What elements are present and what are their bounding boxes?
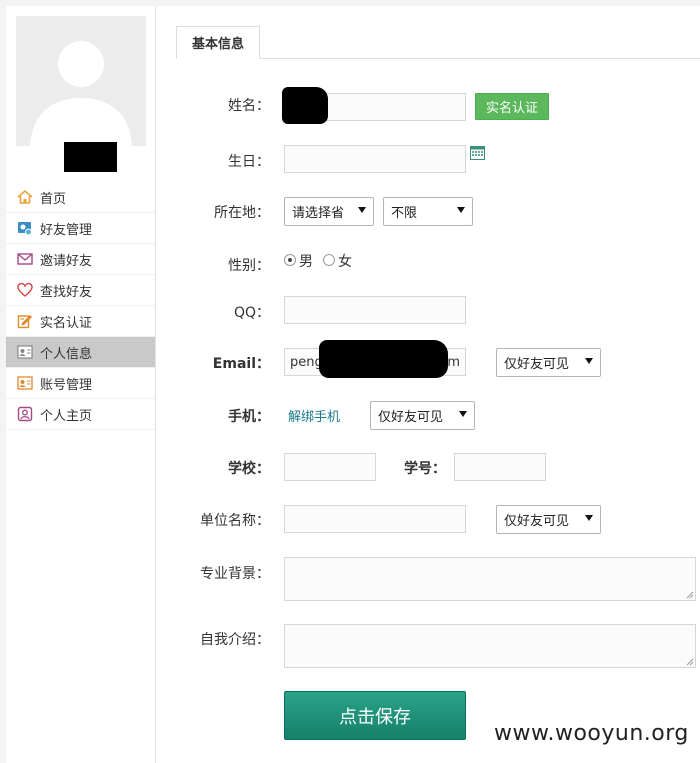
friends-manage-icon xyxy=(16,219,34,237)
tab-basic-info[interactable]: 基本信息 xyxy=(176,26,260,59)
tab-bar: 基本信息 xyxy=(176,26,700,59)
gender-label: 性别： xyxy=(228,258,270,274)
background-textarea[interactable] xyxy=(284,557,696,601)
email-visibility-select[interactable]: 仅好友可见 xyxy=(496,348,601,377)
avatar[interactable] xyxy=(16,16,146,146)
school-label: 学校： xyxy=(228,461,270,477)
sidebar-item-real-name[interactable]: 实名认证 xyxy=(6,306,155,337)
calendar-icon[interactable] xyxy=(470,146,485,160)
company-input[interactable] xyxy=(284,505,466,533)
sidebar-item-label: 个人信息 xyxy=(40,346,93,362)
background-label: 专业背景： xyxy=(200,566,270,582)
qq-input[interactable] xyxy=(284,296,466,324)
save-button[interactable]: 点击保存 xyxy=(284,691,466,740)
company-visibility-select[interactable]: 仅好友可见 xyxy=(496,505,601,534)
sidebar: 首页 好友管理 邀请好友 查找好友 实名认证 个人信息 账号管理 个人主页 xyxy=(6,6,156,763)
phone-label: 手机： xyxy=(228,409,270,425)
chevron-down-icon xyxy=(457,207,465,213)
unbind-phone-link[interactable]: 解绑手机 xyxy=(288,406,340,425)
watermark: www.wooyun.org xyxy=(494,721,689,746)
phone-visibility-select[interactable]: 仅好友可见 xyxy=(370,401,475,430)
account-card-icon xyxy=(16,374,34,392)
province-select[interactable]: 请选择省 xyxy=(284,197,374,226)
email-visibility-value: 仅好友可见 xyxy=(504,357,570,372)
redacted-username xyxy=(64,142,117,172)
sidebar-item-invite[interactable]: 邀请好友 xyxy=(6,244,155,275)
edit-icon xyxy=(16,312,34,330)
intro-label: 自我介绍： xyxy=(200,632,270,648)
sidebar-menu: 首页 好友管理 邀请好友 查找好友 实名认证 个人信息 账号管理 个人主页 xyxy=(6,182,155,430)
sidebar-item-label: 查找好友 xyxy=(40,284,93,300)
redacted-email xyxy=(319,340,448,378)
name-label: 姓名： xyxy=(228,98,270,114)
envelope-icon xyxy=(16,250,34,268)
phone-visibility-value: 仅好友可见 xyxy=(378,410,444,425)
company-visibility-value: 仅好友可见 xyxy=(504,514,570,529)
sidebar-item-account[interactable]: 账号管理 xyxy=(6,368,155,399)
sidebar-item-label: 首页 xyxy=(40,191,67,207)
student-id-input[interactable] xyxy=(454,453,546,481)
birthday-label: 生日： xyxy=(228,154,270,170)
intro-textarea[interactable] xyxy=(284,624,696,668)
sidebar-item-home[interactable]: 首页 xyxy=(6,182,155,213)
qq-label: QQ： xyxy=(233,305,270,321)
resize-grip-icon[interactable] xyxy=(686,591,694,599)
resize-grip-icon[interactable] xyxy=(686,658,694,666)
province-select-value: 请选择省 xyxy=(292,206,345,221)
sidebar-item-friends-manage[interactable]: 好友管理 xyxy=(6,213,155,244)
sidebar-item-label: 邀请好友 xyxy=(40,253,93,269)
city-select-value: 不限 xyxy=(391,206,418,221)
main-panel: 基本信息 姓名： 实名认证 生日： 所在地： 请选择省 不限 性别： 男 女 Q… xyxy=(156,6,700,763)
chevron-down-icon xyxy=(459,411,467,417)
user-icon xyxy=(16,405,34,423)
chevron-down-icon xyxy=(585,358,593,364)
gender-male-radio[interactable] xyxy=(284,254,296,266)
default-avatar-icon xyxy=(16,16,146,146)
sidebar-item-label: 个人主页 xyxy=(40,408,93,424)
sidebar-item-label: 账号管理 xyxy=(40,377,93,393)
chevron-down-icon xyxy=(358,207,366,213)
city-select[interactable]: 不限 xyxy=(383,197,473,226)
gender-male-label: 男 xyxy=(299,254,313,270)
sidebar-item-label: 好友管理 xyxy=(40,222,93,238)
profile-card-icon xyxy=(16,343,34,361)
email-value-start: peng xyxy=(290,354,323,370)
birthday-input[interactable] xyxy=(284,145,466,173)
home-icon xyxy=(16,188,34,206)
sidebar-item-homepage[interactable]: 个人主页 xyxy=(6,399,155,430)
sidebar-item-profile[interactable]: 个人信息 xyxy=(6,337,155,368)
redacted-name xyxy=(282,87,328,124)
real-name-verify-button[interactable]: 实名认证 xyxy=(475,93,549,120)
gender-female-radio[interactable] xyxy=(323,254,335,266)
gender-female-label: 女 xyxy=(338,254,352,270)
location-label: 所在地： xyxy=(214,205,270,221)
student-id-label: 学号： xyxy=(404,461,446,477)
chevron-down-icon xyxy=(585,515,593,521)
company-label: 单位名称： xyxy=(200,513,270,529)
sidebar-item-find-friends[interactable]: 查找好友 xyxy=(6,275,155,306)
sidebar-item-label: 实名认证 xyxy=(40,315,93,331)
heart-icon xyxy=(16,281,34,299)
email-label: Email： xyxy=(212,356,270,372)
